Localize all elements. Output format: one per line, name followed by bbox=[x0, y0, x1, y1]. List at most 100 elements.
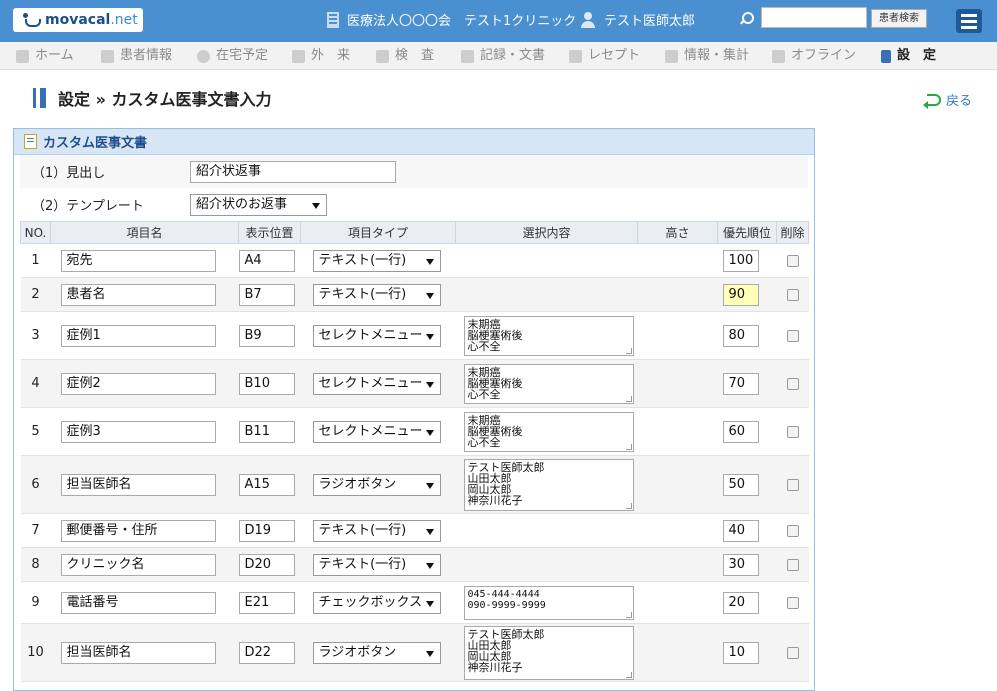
delete-checkbox[interactable] bbox=[786, 377, 799, 390]
priority-input[interactable]: 100 bbox=[722, 249, 759, 272]
movacal-logo[interactable]: movacal.net bbox=[13, 8, 143, 32]
choices-textarea[interactable]: テスト医師太郎 山田太郎 岡山太郎 神奈川花子 bbox=[463, 458, 634, 511]
nav-info[interactable]: 情報・集計 bbox=[665, 42, 749, 70]
delete-checkbox[interactable] bbox=[786, 254, 799, 267]
field-name-input[interactable]: 症例1 bbox=[60, 324, 216, 347]
position-input[interactable]: D20 bbox=[238, 553, 295, 576]
priority-input[interactable]: 50 bbox=[722, 473, 759, 496]
patient-search-button[interactable]: 患者検索 bbox=[871, 9, 927, 28]
nav-outpatient[interactable]: 外 来 bbox=[292, 42, 350, 70]
field-type-select[interactable]: セレクトメニュー bbox=[312, 372, 441, 395]
position-input[interactable]: B9 bbox=[238, 324, 295, 347]
delete-checkbox[interactable] bbox=[786, 288, 799, 301]
choices-textarea[interactable]: 末期癌 脳梗塞術後 心不全 bbox=[463, 411, 634, 452]
col-priority: 優先順位 bbox=[717, 221, 777, 244]
field-type-select[interactable]: セレクトメニュー bbox=[312, 324, 441, 347]
choices-textarea[interactable]: テスト医師太郎 山田太郎 岡山太郎 神奈川花子 bbox=[463, 625, 634, 680]
patient-search-input[interactable] bbox=[761, 7, 867, 28]
table-row: 5 症例3 B11 セレクトメニュー 末期癌 脳梗塞術後 心不全 60 bbox=[20, 407, 809, 456]
position-input[interactable]: D22 bbox=[238, 641, 295, 664]
priority-input[interactable]: 40 bbox=[722, 519, 759, 542]
delete-checkbox[interactable] bbox=[786, 425, 799, 438]
nav-offline[interactable]: オフライン bbox=[772, 42, 856, 70]
resize-grip-icon[interactable] bbox=[625, 347, 632, 354]
field-type-select[interactable]: テキスト(一行) bbox=[312, 249, 441, 272]
col-choices: 選択内容 bbox=[455, 221, 638, 244]
field-name-input[interactable]: 電話番号 bbox=[60, 591, 216, 614]
monitor-icon bbox=[665, 49, 678, 63]
field-name-input[interactable]: 患者名 bbox=[60, 283, 216, 306]
row-number: 1 bbox=[20, 243, 51, 278]
priority-input[interactable]: 30 bbox=[722, 553, 759, 576]
dropdown-arrow-icon bbox=[425, 333, 434, 340]
field-type-select[interactable]: テキスト(一行) bbox=[312, 283, 441, 306]
position-input[interactable]: B11 bbox=[238, 420, 295, 443]
position-input[interactable]: B10 bbox=[238, 372, 295, 395]
col-position: 表示位置 bbox=[238, 221, 301, 244]
choices-textarea[interactable]: 末期癌 脳梗塞術後 心不全 bbox=[463, 315, 634, 356]
resize-grip-icon[interactable] bbox=[625, 502, 632, 509]
back-link[interactable]: 戻る bbox=[923, 90, 972, 109]
field-type-select[interactable]: テキスト(一行) bbox=[312, 519, 441, 542]
resize-grip-icon[interactable] bbox=[625, 671, 632, 678]
resize-grip-icon[interactable] bbox=[625, 395, 632, 402]
field-type-select[interactable]: テキスト(一行) bbox=[312, 553, 441, 576]
position-input[interactable]: B7 bbox=[238, 283, 295, 306]
dropdown-arrow-icon bbox=[425, 258, 434, 265]
nav-settings[interactable]: 設 定 bbox=[881, 42, 936, 70]
nav-home-visits[interactable]: 在宅予定 bbox=[197, 42, 268, 70]
home-icon bbox=[16, 49, 29, 63]
field-type-select[interactable]: ラジオボタン bbox=[312, 641, 441, 664]
priority-input[interactable]: 10 bbox=[722, 641, 759, 664]
template-select[interactable]: 紹介状のお返事 bbox=[190, 193, 327, 216]
resize-grip-icon[interactable] bbox=[625, 611, 632, 618]
delete-checkbox[interactable] bbox=[786, 478, 799, 491]
delete-checkbox[interactable] bbox=[786, 329, 799, 342]
tools-icon bbox=[32, 88, 48, 108]
nav-patients[interactable]: 患者情報 bbox=[101, 42, 172, 70]
panel-body: （1）見出し 紹介状返事 （2）テンプレート 紹介状のお返事 NO. 項目名 表… bbox=[20, 155, 809, 682]
field-name-input[interactable]: 症例2 bbox=[60, 372, 216, 395]
delete-checkbox[interactable] bbox=[786, 596, 799, 609]
resize-grip-icon[interactable] bbox=[625, 443, 632, 450]
priority-input[interactable]: 90 bbox=[722, 283, 759, 306]
position-input[interactable]: E21 bbox=[238, 591, 295, 614]
template-label: （2）テンプレート bbox=[32, 199, 144, 214]
nav-home[interactable]: ホーム bbox=[16, 42, 74, 70]
field-name-input[interactable]: 症例3 bbox=[60, 420, 216, 443]
table-row: 7 郵便番号・住所 D19 テキスト(一行) 40 bbox=[20, 513, 809, 548]
delete-checkbox[interactable] bbox=[786, 558, 799, 571]
priority-input[interactable]: 20 bbox=[722, 591, 759, 614]
hamburger-menu-button[interactable] bbox=[956, 9, 982, 33]
priority-input[interactable]: 70 bbox=[722, 372, 759, 395]
logo-icon bbox=[23, 13, 41, 27]
field-type-select[interactable]: チェックボックス bbox=[312, 591, 441, 614]
field-type-select[interactable]: セレクトメニュー bbox=[312, 420, 441, 443]
delete-checkbox[interactable] bbox=[786, 524, 799, 537]
field-name-input[interactable]: 宛先 bbox=[60, 249, 216, 272]
position-input[interactable]: A15 bbox=[238, 473, 295, 496]
table-row: 1 宛先 A4 テキスト(一行) 100 bbox=[20, 243, 809, 278]
position-input[interactable]: A4 bbox=[238, 249, 295, 272]
back-arrow-icon bbox=[923, 93, 941, 109]
nav-tests[interactable]: 検 査 bbox=[376, 42, 434, 70]
clock-icon bbox=[197, 49, 210, 63]
priority-input[interactable]: 80 bbox=[722, 324, 759, 347]
nav-records[interactable]: 記録・文書 bbox=[461, 42, 545, 70]
field-name-input[interactable]: 担当医師名 bbox=[60, 473, 216, 496]
field-name-input[interactable]: クリニック名 bbox=[60, 553, 216, 576]
field-name-input[interactable]: 郵便番号・住所 bbox=[60, 519, 216, 542]
delete-checkbox[interactable] bbox=[786, 646, 799, 659]
choices-textarea[interactable]: 045-444-4444 090-9999-9999 bbox=[463, 585, 634, 620]
organization-label: 医療法人〇〇〇会 テスト1クリニック bbox=[347, 14, 577, 29]
field-type-select[interactable]: ラジオボタン bbox=[312, 473, 441, 496]
choices-textarea[interactable]: 末期癌 脳梗塞術後 心不全 bbox=[463, 363, 634, 404]
user-info[interactable]: テスト医師太郎 bbox=[580, 10, 695, 29]
priority-input[interactable]: 60 bbox=[722, 420, 759, 443]
row-number: 5 bbox=[20, 407, 51, 456]
field-name-input[interactable]: 担当医師名 bbox=[60, 641, 216, 664]
heading-input[interactable]: 紹介状返事 bbox=[190, 160, 396, 183]
dropdown-arrow-icon bbox=[425, 429, 434, 436]
position-input[interactable]: D19 bbox=[238, 519, 295, 542]
nav-receipt[interactable]: レセプト bbox=[569, 42, 640, 70]
